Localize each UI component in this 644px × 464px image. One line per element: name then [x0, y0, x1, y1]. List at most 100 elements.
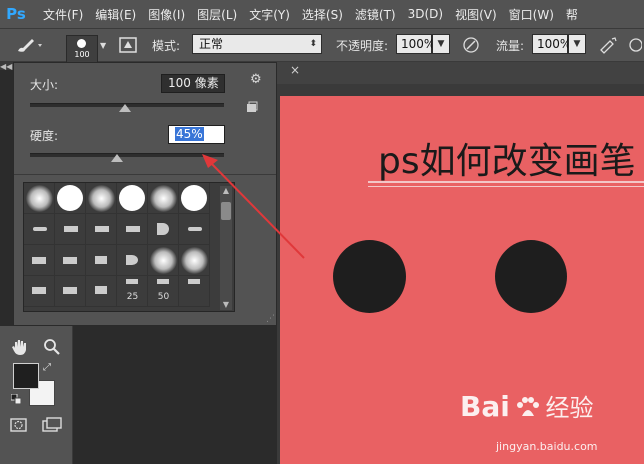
- brush-tip-soft-round[interactable]: [24, 183, 55, 214]
- panel-resize-grip-icon[interactable]: ⋰: [266, 314, 275, 324]
- airbrush-icon[interactable]: [598, 36, 618, 54]
- swap-colors-icon[interactable]: ⤢: [43, 362, 51, 373]
- hardness-slider-thumb[interactable]: [111, 154, 124, 162]
- brush-tip-bristle[interactable]: [24, 214, 55, 245]
- hardness-value: 45%: [175, 127, 204, 141]
- tab-close-icon[interactable]: ×: [287, 63, 303, 81]
- menu-view[interactable]: 视图(V): [455, 6, 497, 23]
- scroll-down-icon[interactable]: ▼: [220, 300, 232, 309]
- hand-tool-icon[interactable]: [10, 338, 32, 356]
- brush-tip-icon: [77, 39, 86, 48]
- canvas-title-text: ps如何改变画笔: [378, 141, 636, 182]
- brush-tip-icon: [63, 257, 77, 264]
- menu-filter[interactable]: 滤镜(T): [355, 6, 396, 23]
- panel-collapse-handle[interactable]: ◀◀: [0, 62, 13, 71]
- menu-edit[interactable]: 编辑(E): [95, 6, 136, 23]
- options-bar: 100 ▼ 模式: 正常 ⬍ 不透明度: 100% ▼ 流量: 100% ▼: [0, 29, 644, 63]
- painted-circle-left: [333, 240, 406, 313]
- canvas-divider-line: [368, 186, 644, 187]
- brush-tip-icon: [88, 185, 115, 212]
- document-tab-strip: [277, 62, 644, 85]
- opacity-dropdown-icon[interactable]: ▼: [432, 34, 450, 54]
- brush-tip-bristle[interactable]: [117, 214, 148, 245]
- brush-tip-icon: [188, 279, 200, 284]
- quick-mask-icon[interactable]: [10, 417, 28, 433]
- menu-image[interactable]: 图像(I): [148, 6, 185, 23]
- brush-tip-bristle[interactable]: [86, 214, 117, 245]
- brush-tip-icon: [57, 185, 83, 211]
- menu-window[interactable]: 窗口(W): [509, 6, 554, 23]
- brush-tip-soft-round[interactable]: [86, 183, 117, 214]
- brush-preset-picker[interactable]: 100: [66, 35, 98, 63]
- pressure-opacity-icon[interactable]: [462, 36, 480, 54]
- brush-tip-icon: [150, 185, 177, 212]
- brush-tip-fan[interactable]: [117, 245, 148, 276]
- brush-tip-bristle[interactable]: [86, 245, 117, 276]
- size-input[interactable]: 100 像素: [161, 74, 225, 93]
- brush-tip-fan[interactable]: [148, 214, 179, 245]
- baidu-paw-icon: [516, 397, 539, 416]
- gear-icon[interactable]: ⚙: [250, 72, 264, 87]
- brush-tool-icon[interactable]: [14, 35, 44, 55]
- mode-value: 正常: [199, 37, 224, 51]
- brush-tip-bristle[interactable]: [55, 214, 86, 245]
- menu-3d[interactable]: 3D(D): [408, 7, 443, 21]
- brush-tip-soft-round[interactable]: [148, 183, 179, 214]
- brush-tip-icon: [157, 279, 169, 284]
- screen-mode-icon[interactable]: [42, 417, 64, 433]
- mode-label: 模式:: [152, 39, 181, 53]
- brush-tip-hard-round[interactable]: [55, 183, 86, 214]
- brush-tip-icon: [32, 257, 46, 264]
- brush-tip-50[interactable]: 50: [148, 276, 179, 307]
- hardness-input[interactable]: 45%: [168, 125, 225, 144]
- brush-tip-bristle[interactable]: [24, 276, 55, 307]
- brush-tip-bristle[interactable]: [86, 276, 117, 307]
- brush-tip-icon: [126, 279, 138, 284]
- brush-tip-bristle[interactable]: [24, 245, 55, 276]
- menu-select[interactable]: 选择(S): [302, 6, 343, 23]
- menu-file[interactable]: 文件(F): [43, 6, 83, 23]
- brush-tip-bristle[interactable]: [55, 245, 86, 276]
- brush-tip-icon: [119, 185, 145, 211]
- hardness-label: 硬度:: [30, 129, 59, 143]
- annotation-arrow-icon: [202, 154, 305, 259]
- brush-tip-soft-round[interactable]: [148, 245, 179, 276]
- brush-tip-icon: [63, 287, 77, 294]
- new-preset-icon[interactable]: [246, 101, 258, 113]
- toggle-brush-panel-icon[interactable]: [118, 35, 138, 55]
- pressure-size-icon[interactable]: [628, 36, 643, 54]
- brush-tip-25[interactable]: 25: [117, 276, 148, 307]
- preset-dropdown-arrow-icon[interactable]: ▼: [100, 41, 106, 50]
- hardness-slider-track[interactable]: [30, 153, 224, 157]
- brush-tip-bristle[interactable]: [179, 276, 210, 307]
- brush-tip-icon: [157, 223, 169, 235]
- flow-dropdown-icon[interactable]: ▼: [568, 34, 586, 54]
- menu-bar: Ps 文件(F) 编辑(E) 图像(I) 图层(L) 文字(Y) 选择(S) 滤…: [0, 0, 644, 29]
- foreground-color-swatch[interactable]: [13, 363, 39, 389]
- brush-tip-icon: [95, 256, 107, 264]
- size-slider-thumb[interactable]: [119, 104, 132, 112]
- mode-select[interactable]: 正常 ⬍: [192, 34, 322, 54]
- menu-layer[interactable]: 图层(L): [197, 6, 237, 23]
- watermark-url: jingyan.baidu.com: [496, 440, 598, 453]
- photoshop-logo: Ps: [6, 5, 26, 23]
- painted-circle-right: [495, 240, 567, 313]
- brush-tip-bristle[interactable]: [55, 276, 86, 307]
- menu-type[interactable]: 文字(Y): [249, 6, 290, 23]
- flow-input[interactable]: 100%: [532, 34, 571, 54]
- canvas-divider-line: [368, 181, 644, 183]
- flow-label: 流量:: [496, 39, 525, 53]
- brush-tip-icon: [95, 226, 109, 232]
- brush-tip-icon: [64, 226, 78, 232]
- brush-tip-icon: [95, 286, 107, 294]
- brush-tip-icon: [32, 287, 46, 294]
- watermark-suffix: 经验: [545, 394, 594, 422]
- menu-help[interactable]: 帮: [566, 6, 578, 23]
- zoom-tool-icon[interactable]: [43, 338, 61, 356]
- default-colors-icon[interactable]: [10, 393, 22, 405]
- opacity-input[interactable]: 100%: [396, 34, 435, 54]
- brush-tip-label: 50: [157, 292, 170, 302]
- brush-tip-hard-round[interactable]: [117, 183, 148, 214]
- brush-tip-icon: [126, 255, 138, 265]
- watermark-brand: Bai: [460, 390, 510, 423]
